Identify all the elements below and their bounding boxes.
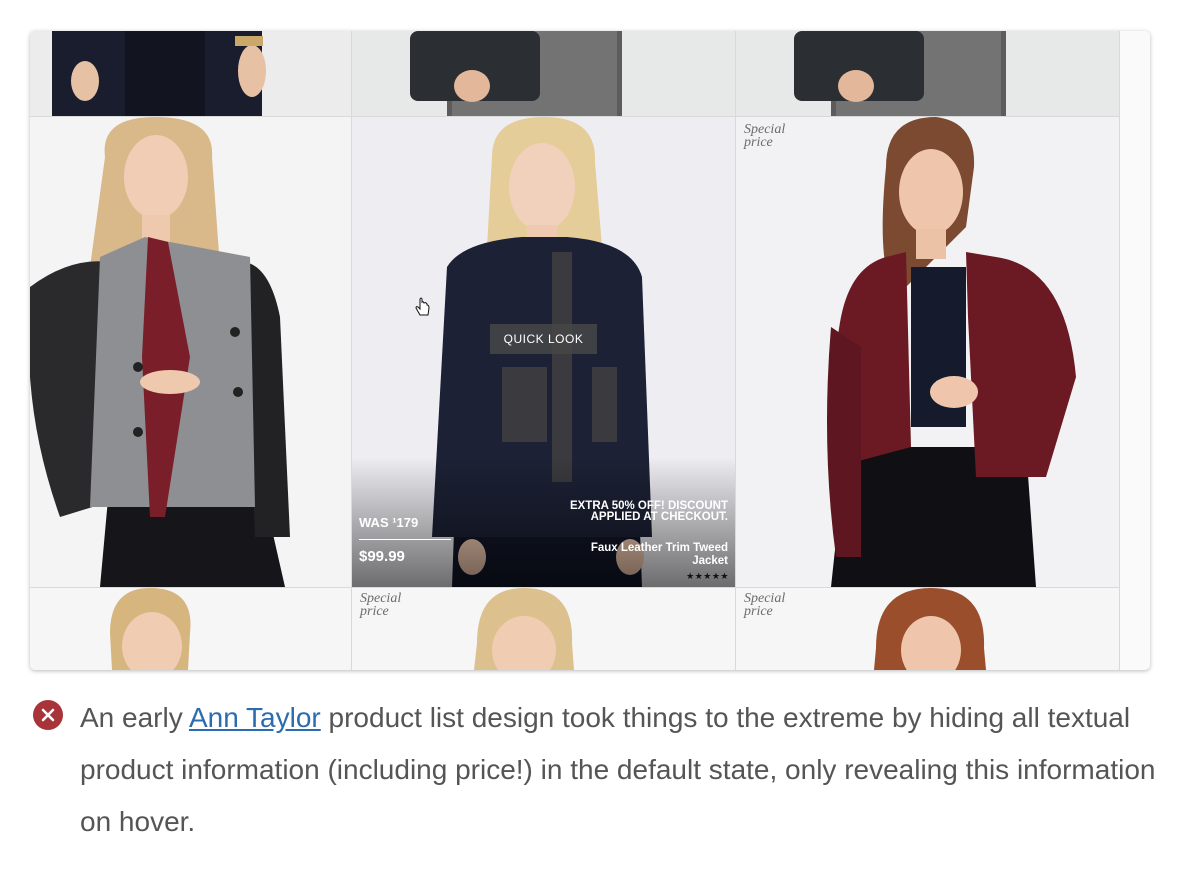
special-price-label: Special price <box>360 591 402 619</box>
grid-divider <box>351 31 352 670</box>
product-tile[interactable] <box>30 117 351 587</box>
current-price: $99.99 <box>359 548 405 565</box>
close-circle-icon <box>33 700 63 730</box>
product-photo <box>30 117 351 587</box>
ann-taylor-link[interactable]: Ann Taylor <box>189 702 321 733</box>
hand-cursor-icon <box>415 297 430 316</box>
quick-look-button[interactable]: QUICK LOOK <box>490 324 597 354</box>
grid-divider <box>735 31 736 670</box>
special-price-label: Special price <box>744 122 786 150</box>
product-photo <box>736 117 1119 587</box>
product-tile[interactable] <box>30 31 351 116</box>
product-grid-screenshot: QUICK LOOK WAS ¹179 $99.99 EXTRA 50% OFF… <box>30 31 1150 670</box>
product-tile[interactable]: Special price <box>352 588 735 670</box>
product-photo <box>736 31 1119 116</box>
product-photo <box>352 31 735 116</box>
grid-divider <box>30 587 1120 588</box>
grid-divider <box>30 116 1120 117</box>
price-divider <box>359 539 451 540</box>
caption-text-before-link: An early <box>80 702 189 733</box>
product-tile-hovered[interactable]: QUICK LOOK WAS ¹179 $99.99 EXTRA 50% OFF… <box>352 117 735 587</box>
product-photo <box>30 588 351 670</box>
was-price: WAS ¹179 <box>359 515 419 530</box>
grid-divider <box>1119 31 1120 670</box>
special-price-label: Special price <box>744 591 786 619</box>
product-tile[interactable]: Special price <box>736 117 1119 587</box>
product-name[interactable]: Faux Leather Trim Tweed Jacket <box>568 542 728 568</box>
product-tile[interactable]: Special price <box>736 588 1119 670</box>
rating-stars: ★★★★★ <box>686 571 729 581</box>
promo-text: EXTRA 50% OFF! DISCOUNT APPLIED AT CHECK… <box>569 500 728 523</box>
product-photo <box>30 31 351 116</box>
product-tile[interactable] <box>736 31 1119 116</box>
product-tile[interactable] <box>30 588 351 670</box>
product-tile[interactable] <box>352 31 735 116</box>
caption-text: An early Ann Taylor product list design … <box>80 692 1160 848</box>
